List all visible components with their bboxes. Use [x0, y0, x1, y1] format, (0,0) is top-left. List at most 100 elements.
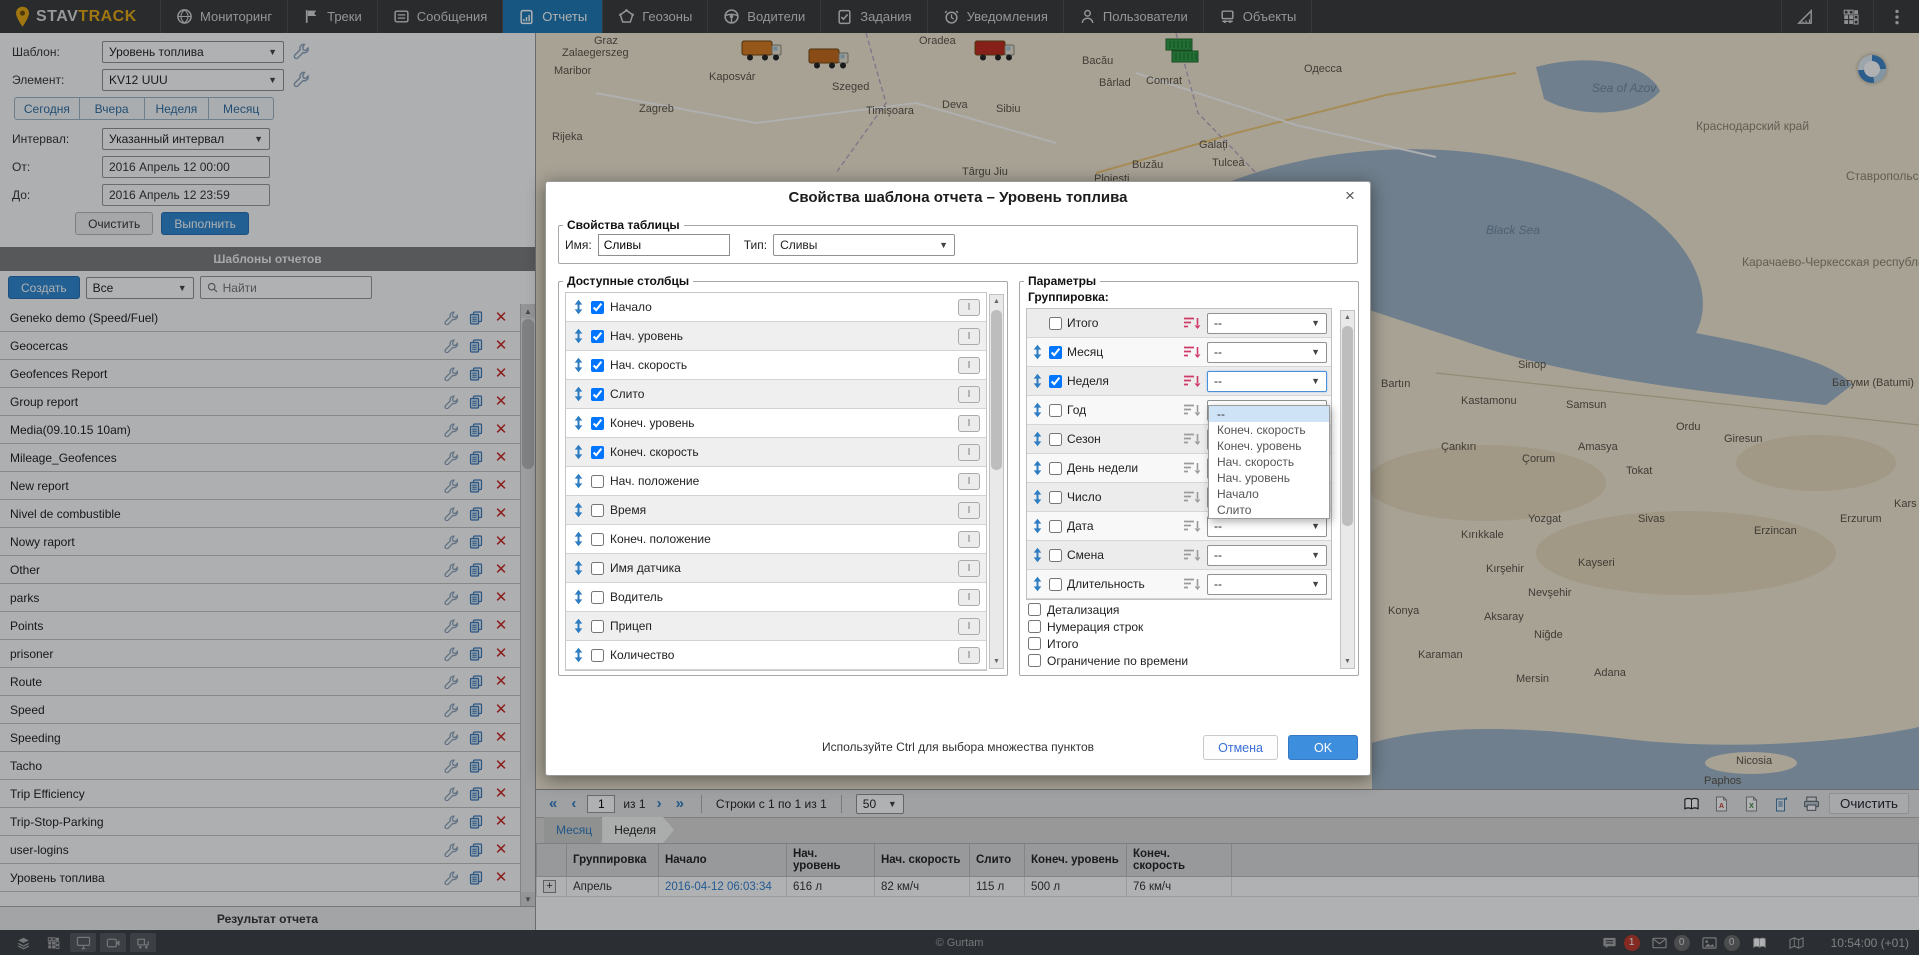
dropdown-option[interactable]: Нач. уровень [1209, 470, 1329, 486]
move-updown-icon[interactable] [572, 299, 585, 315]
column-text-settings-button[interactable]: I [958, 415, 980, 432]
sort-icon[interactable] [1182, 316, 1202, 330]
sort-icon[interactable] [1182, 519, 1202, 533]
column-checkbox[interactable] [591, 533, 604, 546]
dropdown-option[interactable]: Конеч. скорость [1209, 422, 1329, 438]
column-text-settings-button[interactable]: I [958, 473, 980, 490]
column-text-settings-button[interactable]: I [958, 386, 980, 403]
parameters-scrollbar[interactable]: ▲ ▼ [1340, 310, 1355, 669]
grouping-checkbox[interactable] [1049, 520, 1062, 533]
column-text-settings-button[interactable]: I [958, 647, 980, 664]
column-text-settings-button[interactable]: I [958, 589, 980, 606]
grouping-checkbox[interactable] [1049, 317, 1062, 330]
move-updown-icon[interactable] [1031, 344, 1044, 360]
move-updown-icon[interactable] [1031, 460, 1044, 476]
move-updown-icon[interactable] [572, 357, 585, 373]
scroll-down-icon[interactable]: ▼ [990, 655, 1003, 668]
grouping-column-select[interactable]: --▼ [1207, 342, 1327, 363]
column-checkbox[interactable] [591, 330, 604, 343]
scrollbar-thumb[interactable] [991, 310, 1002, 470]
column-checkbox[interactable] [591, 301, 604, 314]
move-updown-icon[interactable] [1031, 576, 1044, 592]
ok-button[interactable]: OK [1288, 735, 1358, 760]
columns-scrollbar[interactable]: ▲ ▼ [989, 294, 1004, 669]
move-updown-icon[interactable] [1031, 518, 1044, 534]
column-text-settings-button[interactable]: I [958, 328, 980, 345]
sort-icon[interactable] [1182, 577, 1202, 591]
dropdown-option[interactable]: Слито [1209, 502, 1329, 518]
column-text-settings-button[interactable]: I [958, 531, 980, 548]
parameter-label: Ограничение по времени [1047, 654, 1188, 668]
sort-icon[interactable] [1182, 461, 1202, 475]
column-checkbox[interactable] [591, 591, 604, 604]
grouping-checkbox[interactable] [1049, 346, 1062, 359]
column-text-settings-button[interactable]: I [958, 299, 980, 316]
move-updown-icon[interactable] [572, 502, 585, 518]
column-checkbox[interactable] [591, 620, 604, 633]
move-updown-icon[interactable] [572, 560, 585, 576]
move-updown-icon[interactable] [572, 415, 585, 431]
column-checkbox[interactable] [591, 417, 604, 430]
column-checkbox[interactable] [591, 475, 604, 488]
move-updown-icon[interactable] [572, 444, 585, 460]
cancel-button[interactable]: Отмена [1203, 735, 1278, 760]
dropdown-option[interactable]: Нач. скорость [1209, 454, 1329, 470]
sort-icon[interactable] [1182, 403, 1202, 417]
parameter-checkbox[interactable] [1028, 603, 1041, 616]
column-text-settings-button[interactable]: I [958, 357, 980, 374]
move-updown-icon[interactable] [1031, 402, 1044, 418]
column-text-settings-button[interactable]: I [958, 560, 980, 577]
grouping-checkbox[interactable] [1049, 491, 1062, 504]
move-updown-icon[interactable] [572, 647, 585, 663]
column-checkbox[interactable] [591, 388, 604, 401]
grouping-checkbox[interactable] [1049, 578, 1062, 591]
sort-icon[interactable] [1182, 490, 1202, 504]
grouping-checkbox[interactable] [1049, 462, 1062, 475]
grouping-checkbox[interactable] [1049, 549, 1062, 562]
grouping-column-select[interactable]: --▼ [1207, 574, 1327, 595]
close-icon[interactable]: × [1340, 186, 1360, 206]
scroll-up-icon[interactable]: ▲ [1341, 311, 1354, 324]
column-checkbox[interactable] [591, 359, 604, 372]
sort-icon[interactable] [1182, 548, 1202, 562]
grouping-checkbox[interactable] [1049, 404, 1062, 417]
dropdown-option[interactable]: Конеч. уровень [1209, 438, 1329, 454]
grouping-column-select[interactable]: --▼ [1207, 516, 1327, 537]
dialog-footer: Используйте Ctrl для выбора множества пу… [546, 735, 1370, 761]
grouping-checkbox[interactable] [1049, 375, 1062, 388]
move-updown-icon[interactable] [572, 531, 585, 547]
move-updown-icon[interactable] [1031, 547, 1044, 563]
column-checkbox[interactable] [591, 446, 604, 459]
parameter-checkbox[interactable] [1028, 637, 1041, 650]
sort-icon[interactable] [1182, 432, 1202, 446]
column-text-settings-button[interactable]: I [958, 444, 980, 461]
column-checkbox[interactable] [591, 504, 604, 517]
sort-icon[interactable] [1182, 374, 1202, 388]
dropdown-option[interactable]: -- [1209, 406, 1329, 422]
sort-icon[interactable] [1182, 345, 1202, 359]
move-updown-icon[interactable] [572, 328, 585, 344]
scroll-down-icon[interactable]: ▼ [1341, 655, 1354, 668]
table-type-select[interactable]: Сливы▼ [773, 234, 955, 256]
column-checkbox[interactable] [591, 562, 604, 575]
parameter-checkbox[interactable] [1028, 620, 1041, 633]
move-updown-icon[interactable] [572, 589, 585, 605]
dropdown-option[interactable]: Начало [1209, 486, 1329, 502]
scrollbar-thumb[interactable] [1342, 326, 1353, 526]
grouping-column-select[interactable]: --▼ [1207, 545, 1327, 566]
column-text-settings-button[interactable]: I [958, 618, 980, 635]
move-updown-icon[interactable] [1031, 431, 1044, 447]
parameter-checkbox[interactable] [1028, 654, 1041, 667]
scroll-up-icon[interactable]: ▲ [990, 295, 1003, 308]
move-updown-icon[interactable] [1031, 373, 1044, 389]
column-text-settings-button[interactable]: I [958, 502, 980, 519]
table-name-input[interactable] [598, 234, 730, 256]
move-updown-icon[interactable] [1031, 489, 1044, 505]
move-updown-icon[interactable] [572, 473, 585, 489]
grouping-checkbox[interactable] [1049, 433, 1062, 446]
grouping-column-select[interactable]: --▼ [1207, 371, 1327, 392]
column-checkbox[interactable] [591, 649, 604, 662]
move-updown-icon[interactable] [572, 386, 585, 402]
grouping-column-select[interactable]: --▼ [1207, 313, 1327, 334]
move-updown-icon[interactable] [572, 618, 585, 634]
